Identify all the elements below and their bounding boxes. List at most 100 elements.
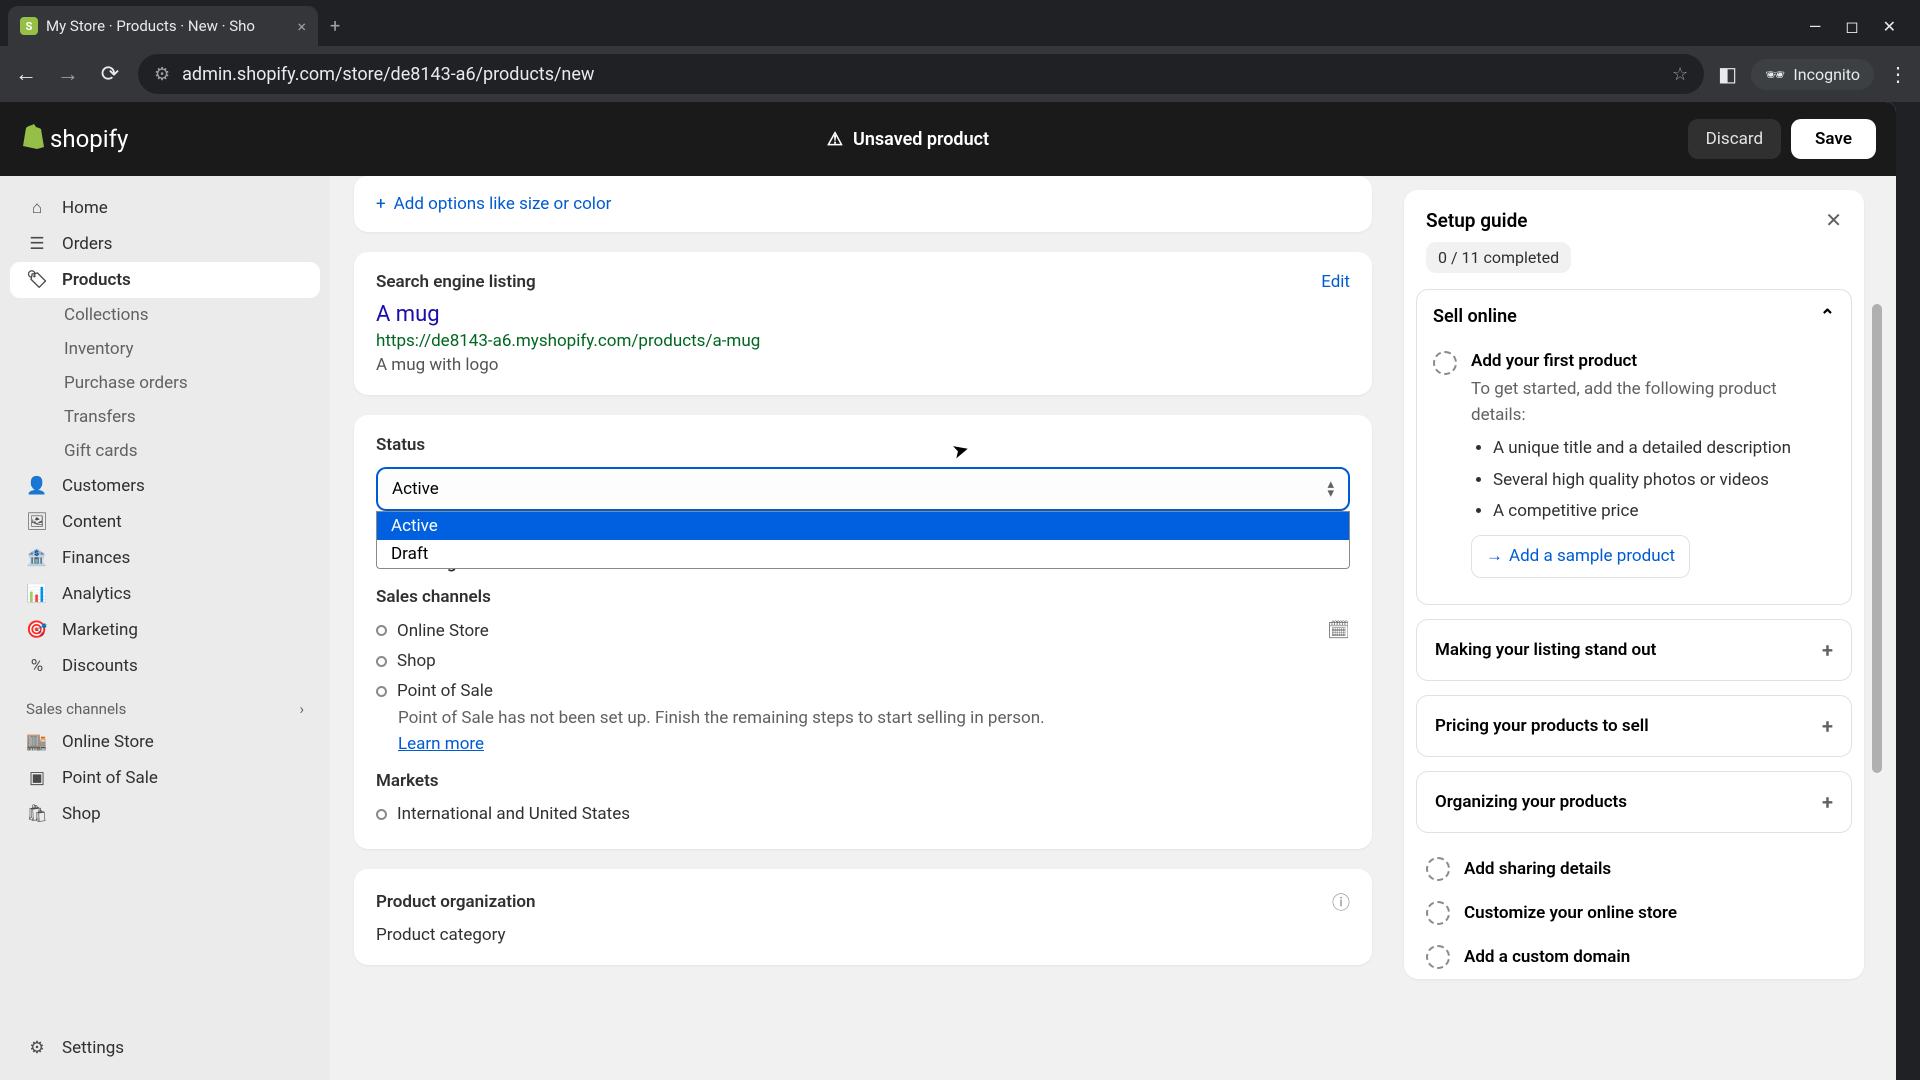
status-select-wrap: Active ▴▾ Active Draft: [376, 467, 1350, 511]
browser-menu-icon[interactable]: ⋮: [1888, 62, 1908, 86]
product-org-card: Product organization ⓘ Product category: [354, 869, 1372, 965]
market-intl-us: International and United States: [376, 799, 1350, 829]
nav-gift-cards[interactable]: Gift cards: [10, 434, 320, 468]
url-text: admin.shopify.com/store/de8143-a6/produc…: [182, 64, 1660, 85]
save-button[interactable]: Save: [1791, 119, 1876, 159]
close-window-icon[interactable]: ✕: [1883, 17, 1896, 36]
product-org-title: Product organization: [376, 892, 536, 912]
products-icon: 🏷: [26, 270, 48, 290]
seo-preview-description: A mug with logo: [376, 355, 1350, 375]
seo-card: Search engine listing Edit A mug https:/…: [354, 252, 1372, 395]
shopify-logo[interactable]: shopify: [20, 123, 128, 155]
brand-text: shopify: [50, 125, 128, 153]
status-selected-value: Active: [392, 479, 439, 499]
select-caret-icon: ▴▾: [1327, 480, 1334, 498]
window-controls: — ◻ ✕: [1809, 17, 1912, 36]
setup-progress: 0 / 11 completed: [1426, 242, 1571, 273]
side-panel-icon[interactable]: ◧: [1718, 62, 1737, 86]
nav-orders[interactable]: ☰Orders: [10, 226, 320, 262]
nav-inventory[interactable]: Inventory: [10, 332, 320, 366]
sales-channels-header[interactable]: Sales channels›: [10, 684, 320, 724]
task-sharing-details[interactable]: Add sharing details: [1404, 847, 1864, 891]
nav-products[interactable]: 🏷Products: [10, 262, 320, 298]
seo-edit-link[interactable]: Edit: [1321, 272, 1350, 292]
pos-icon: ▣: [26, 768, 48, 788]
task-status-icon: [1426, 945, 1450, 969]
pos-learn-more-link[interactable]: Learn more: [398, 734, 484, 754]
tab-bar: S My Store · Products · New · Sho × + — …: [0, 0, 1920, 46]
nav-settings[interactable]: ⚙Settings: [10, 1030, 320, 1066]
home-icon: ⌂: [26, 198, 48, 218]
url-bar[interactable]: ⚙ admin.shopify.com/store/de8143-a6/prod…: [138, 54, 1704, 94]
status-option-draft[interactable]: Draft: [377, 540, 1349, 568]
add-options-link[interactable]: + Add options like size or color: [376, 188, 1350, 220]
forward-button[interactable]: →: [54, 61, 82, 87]
shopify-bag-icon: [20, 123, 44, 155]
setup-scrollbar[interactable]: [1872, 304, 1884, 1060]
nav-analytics[interactable]: 📊Analytics: [10, 576, 320, 612]
shop-icon: 🛍: [26, 804, 48, 824]
expand-icon: +: [1822, 714, 1833, 738]
discard-button[interactable]: Discard: [1688, 119, 1781, 159]
chevron-right-icon: ›: [299, 700, 304, 718]
task-status-icon: [1426, 857, 1450, 881]
channel-status-icon: [376, 625, 387, 636]
incognito-label: Incognito: [1793, 65, 1860, 84]
nav-marketing[interactable]: 🎯Marketing: [10, 612, 320, 648]
section-pricing[interactable]: Pricing your products to sell +: [1416, 695, 1852, 757]
channel-status-icon: [376, 656, 387, 667]
status-option-active[interactable]: Active: [377, 512, 1349, 540]
customers-icon: 👤: [26, 476, 48, 496]
header-actions: Discard Save: [1688, 119, 1876, 159]
shopify-favicon-icon: S: [20, 17, 38, 35]
reload-button[interactable]: ⟳: [96, 62, 124, 87]
status-select[interactable]: Active ▴▾: [376, 467, 1350, 511]
nav-content[interactable]: 🖼Content: [10, 504, 320, 540]
sell-online-header[interactable]: Sell online ⌃: [1433, 306, 1835, 327]
seo-section-title: Search engine listing: [376, 272, 536, 292]
incognito-badge[interactable]: 🕶 Incognito: [1751, 59, 1874, 90]
add-sample-product-button[interactable]: → Add a sample product: [1471, 535, 1690, 579]
site-settings-icon[interactable]: ⚙: [154, 64, 170, 85]
new-tab-button[interactable]: +: [330, 16, 340, 37]
channel-online-store: Online Store 🗓: [376, 615, 1350, 646]
task-status-icon: [1426, 901, 1450, 925]
nav-shop[interactable]: 🛍Shop: [10, 796, 320, 832]
orders-icon: ☰: [26, 234, 48, 254]
maximize-icon[interactable]: ◻: [1845, 17, 1858, 36]
browser-chrome: S My Store · Products · New · Sho × + — …: [0, 0, 1920, 102]
nav-online-store[interactable]: 🏬Online Store: [10, 724, 320, 760]
nav-finances[interactable]: 🏦Finances: [10, 540, 320, 576]
section-organizing[interactable]: Organizing your products +: [1416, 771, 1852, 833]
incognito-icon: 🕶: [1765, 65, 1785, 84]
schedule-icon[interactable]: 🗓: [1327, 620, 1350, 641]
status-card: Status Active ▴▾ Active Draft Publishing…: [354, 415, 1372, 849]
content-icon: 🖼: [26, 512, 48, 532]
section-stand-out[interactable]: Making your listing stand out +: [1416, 619, 1852, 681]
task-customize-store[interactable]: Customize your online store: [1404, 891, 1864, 935]
channel-status-icon: [376, 809, 387, 820]
store-icon: 🏬: [26, 732, 48, 752]
unsaved-banner: ⚠ Unsaved product: [827, 129, 989, 150]
scrollbar-thumb[interactable]: [1872, 304, 1882, 773]
nav-purchase-orders[interactable]: Purchase orders: [10, 366, 320, 400]
close-tab-icon[interactable]: ×: [297, 17, 306, 36]
nav-transfers[interactable]: Transfers: [10, 400, 320, 434]
setup-close-icon[interactable]: ✕: [1825, 208, 1842, 232]
nav-home[interactable]: ⌂Home: [10, 190, 320, 226]
task-add-first-product[interactable]: Add your first product To get started, a…: [1433, 341, 1835, 588]
nav-customers[interactable]: 👤Customers: [10, 468, 320, 504]
nav-pos[interactable]: ▣Point of Sale: [10, 760, 320, 796]
plus-icon: +: [376, 194, 386, 214]
gear-icon: ⚙: [26, 1038, 48, 1058]
back-button[interactable]: ←: [12, 61, 40, 87]
nav-collections[interactable]: Collections: [10, 298, 320, 332]
info-icon[interactable]: ⓘ: [1332, 889, 1350, 915]
browser-tab[interactable]: S My Store · Products · New · Sho ×: [8, 6, 318, 46]
task-title: Add your first product: [1471, 351, 1835, 371]
nav-discounts[interactable]: %Discounts: [10, 648, 320, 684]
minimize-icon[interactable]: —: [1809, 17, 1822, 36]
warning-icon: ⚠: [827, 129, 843, 150]
bookmark-star-icon[interactable]: ☆: [1672, 64, 1688, 85]
task-custom-domain[interactable]: Add a custom domain: [1404, 935, 1864, 979]
